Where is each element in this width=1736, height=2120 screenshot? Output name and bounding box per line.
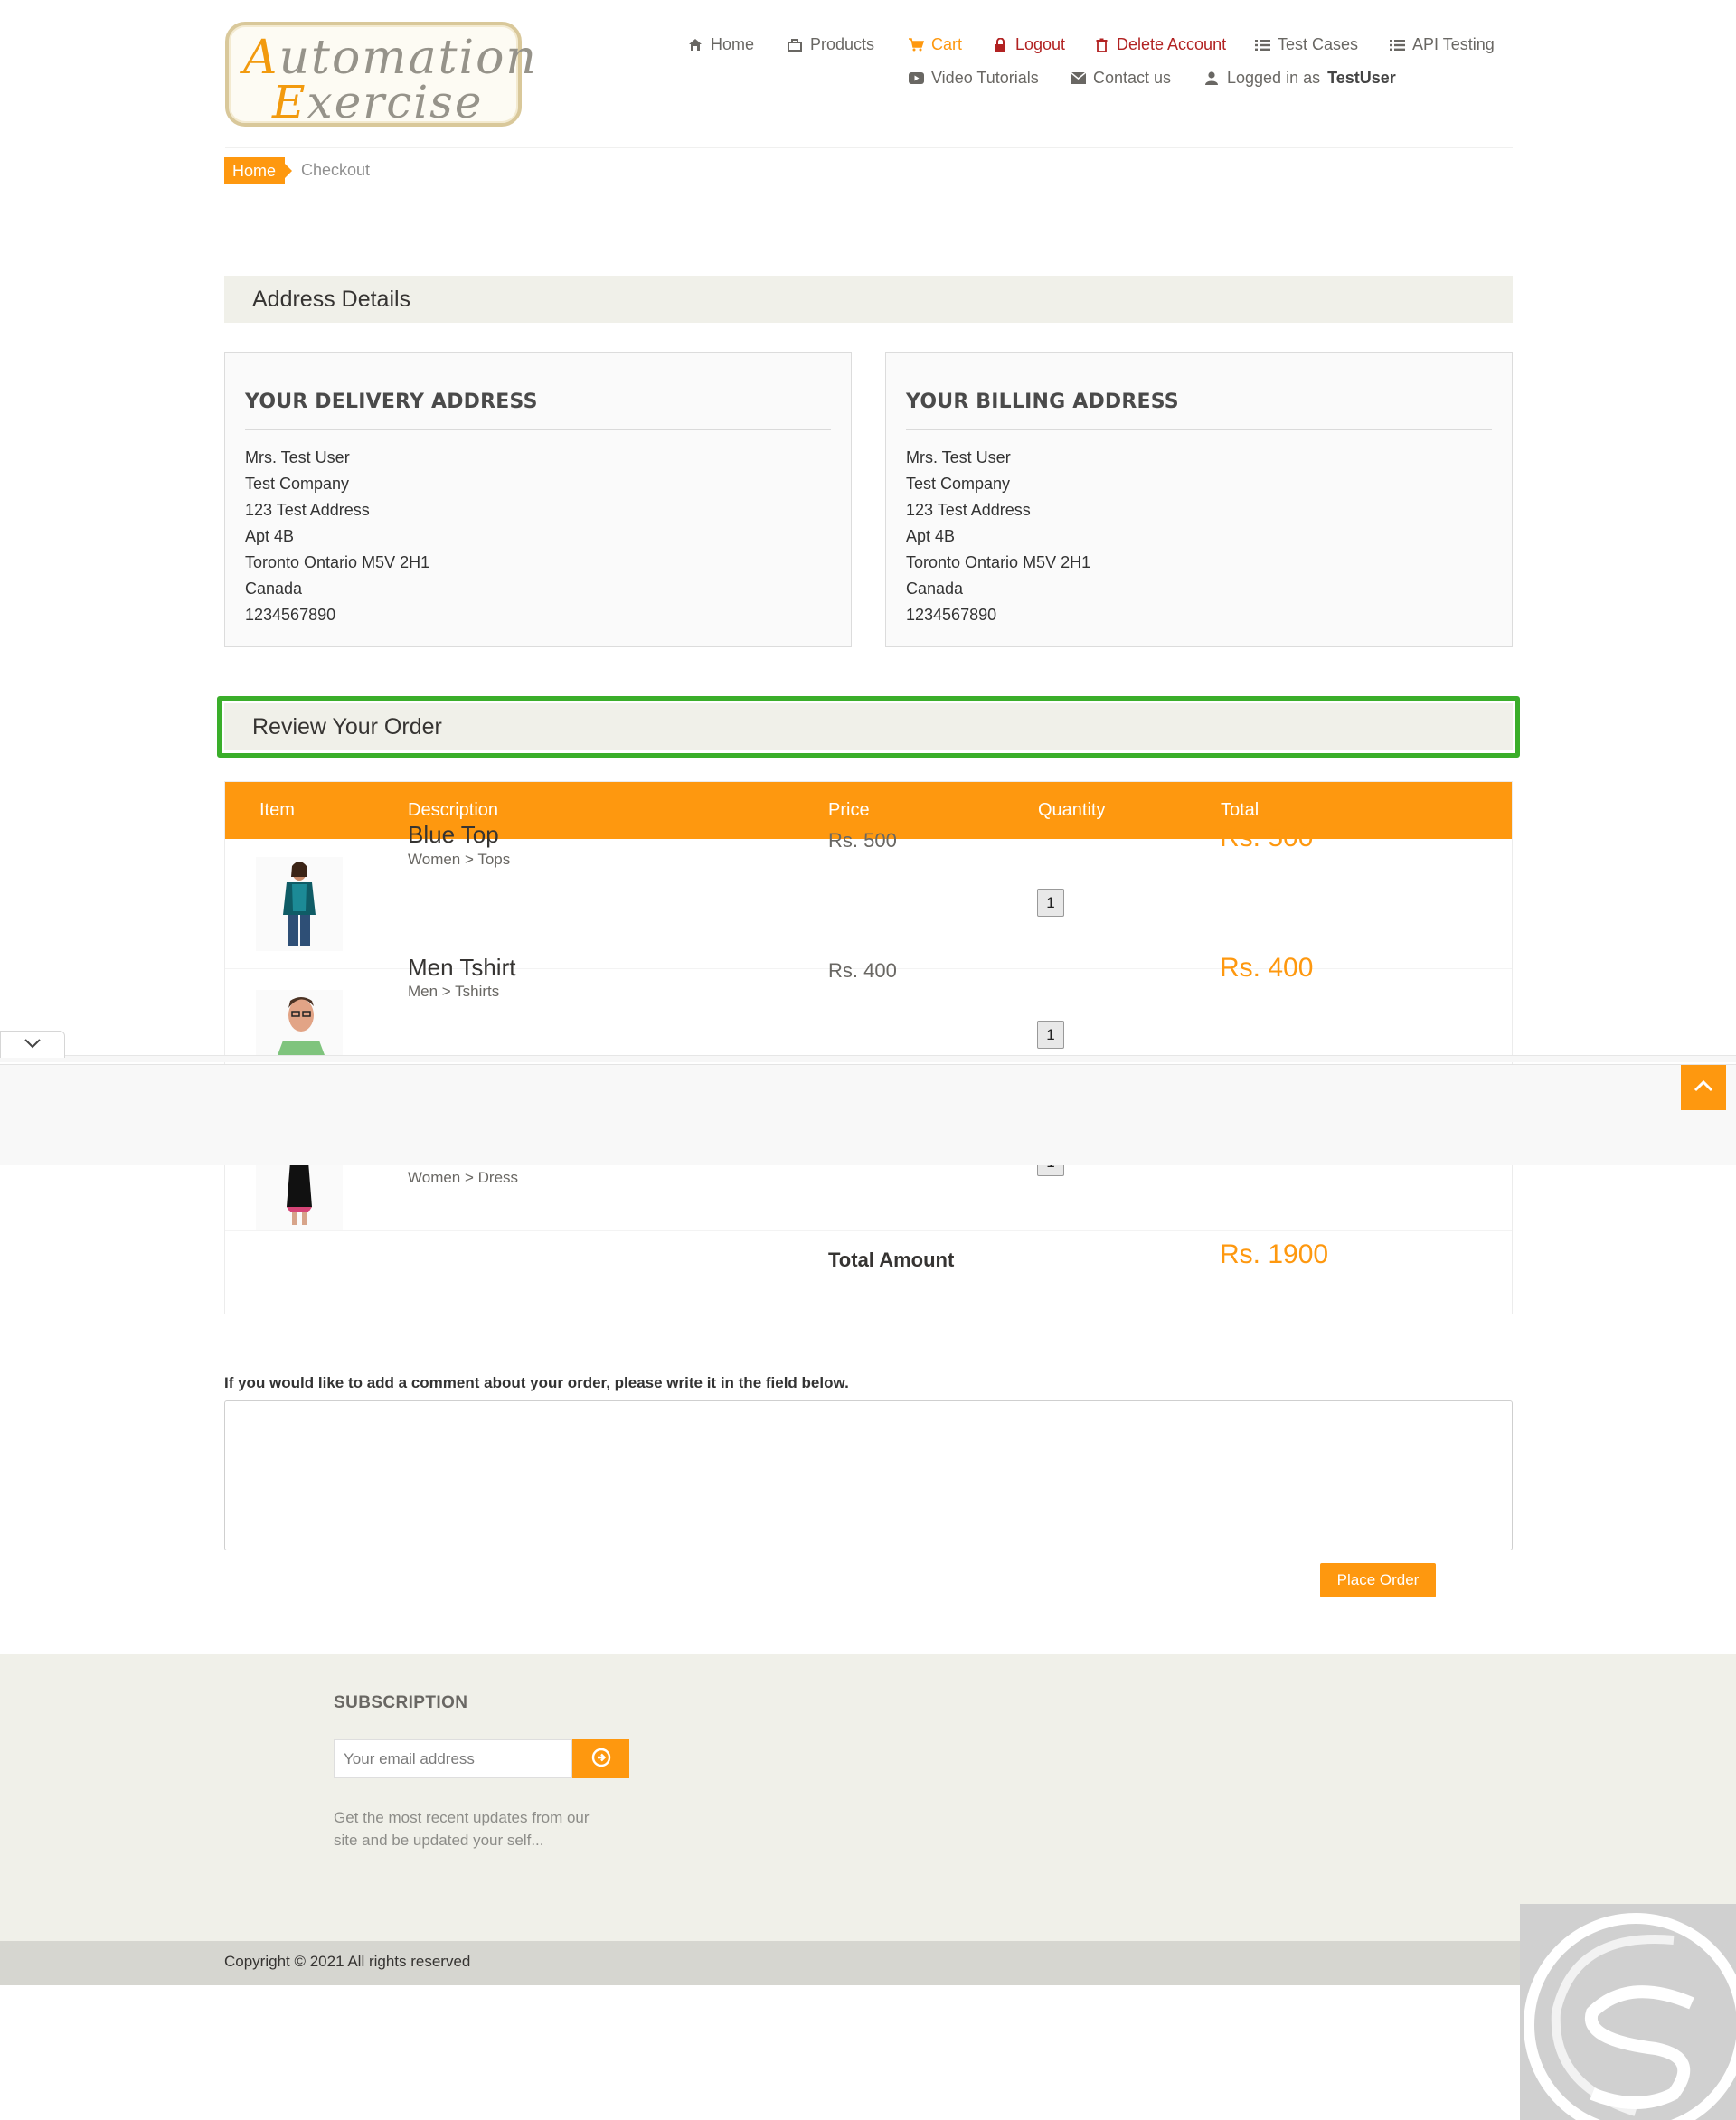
nav-home[interactable]: Home bbox=[687, 35, 754, 54]
product-name[interactable]: Blue Top bbox=[408, 821, 499, 849]
nav-contact-us[interactable]: Contact us bbox=[1070, 69, 1171, 88]
lock-icon bbox=[992, 37, 1008, 53]
delivery-address-line: Test Company bbox=[245, 475, 350, 493]
list-icon bbox=[1389, 37, 1405, 53]
youtube-icon bbox=[908, 71, 924, 87]
cart-icon bbox=[908, 37, 924, 53]
billing-address-line: 1234567890 bbox=[906, 606, 997, 624]
nav-api-testing[interactable]: API Testing bbox=[1389, 35, 1495, 54]
watermark-logo bbox=[1520, 1904, 1736, 2120]
product-total: Rs. 400 bbox=[1220, 953, 1314, 983]
subscription-title: SUBSCRIPTION bbox=[334, 1693, 468, 1712]
product-image-blue-top[interactable] bbox=[256, 857, 343, 951]
arrow-circle-right-icon bbox=[591, 1748, 611, 1770]
delivery-address-box: YOUR DELIVERY ADDRESS Mrs. Test User Tes… bbox=[224, 352, 852, 647]
scroll-up-button[interactable] bbox=[1681, 1065, 1726, 1110]
nav-test-cases[interactable]: Test Cases bbox=[1254, 35, 1358, 54]
ad-collapse-toggle[interactable] bbox=[0, 1031, 65, 1058]
product-price: Rs. 400 bbox=[828, 959, 897, 982]
breadcrumb-current: Checkout bbox=[301, 161, 371, 179]
billing-address-line: 123 Test Address bbox=[906, 501, 1031, 519]
product-category: Women > Dress bbox=[408, 1169, 519, 1186]
breadcrumb-home[interactable]: Home bbox=[224, 157, 293, 184]
nav-logged-in-as[interactable]: Logged in as TestUser bbox=[1203, 69, 1396, 88]
user-icon bbox=[1203, 71, 1220, 87]
billing-address-line: Canada bbox=[906, 579, 964, 598]
total-amount-label: Total Amount bbox=[828, 1248, 955, 1271]
delivery-address-line: Apt 4B bbox=[245, 527, 295, 545]
delivery-address-lines: Mrs. Test User Test Company 123 Test Add… bbox=[245, 445, 831, 628]
column-header-quantity: Quantity bbox=[1038, 800, 1106, 820]
product-image-dress[interactable] bbox=[256, 1162, 343, 1230]
place-order-button[interactable]: Place Order bbox=[1320, 1563, 1436, 1597]
footer bbox=[0, 1654, 1736, 1941]
subscribe-button[interactable] bbox=[572, 1739, 629, 1778]
logo-text-line2: Exercise bbox=[272, 76, 484, 128]
delivery-address-title: YOUR DELIVERY ADDRESS bbox=[245, 391, 831, 430]
briefcase-icon bbox=[787, 37, 803, 53]
trash-icon bbox=[1093, 37, 1109, 53]
order-table: Item Description Price Quantity Total Bl… bbox=[224, 781, 1513, 1314]
billing-address-line: Apt 4B bbox=[906, 527, 956, 545]
billing-address-lines: Mrs. Test User Test Company 123 Test Add… bbox=[906, 445, 1492, 628]
comment-label: If you would like to add a comment about… bbox=[224, 1374, 849, 1391]
delivery-address-line: Mrs. Test User bbox=[245, 448, 350, 466]
envelope-icon bbox=[1070, 71, 1086, 87]
header-divider bbox=[225, 147, 1513, 148]
order-comment-field[interactable] bbox=[224, 1400, 1513, 1550]
chevron-up-icon bbox=[1694, 1079, 1713, 1097]
billing-address-line: Test Company bbox=[906, 475, 1011, 493]
nav-products[interactable]: Products bbox=[787, 35, 874, 54]
billing-address-title: YOUR BILLING ADDRESS bbox=[906, 391, 1492, 430]
product-quantity: 1 bbox=[1037, 889, 1064, 917]
billing-address-line: Mrs. Test User bbox=[906, 448, 1011, 466]
nav-video-tutorials[interactable]: Video Tutorials bbox=[908, 69, 1039, 88]
product-category: Men > Tshirts bbox=[408, 983, 500, 1000]
ad-frame-edge bbox=[0, 1055, 1736, 1062]
row-divider bbox=[225, 1230, 1512, 1231]
focus-highlight bbox=[217, 696, 1520, 758]
list-icon bbox=[1254, 37, 1270, 53]
site-logo[interactable]: Automation Exercise bbox=[225, 22, 536, 128]
billing-address-box: YOUR BILLING ADDRESS Mrs. Test User Test… bbox=[885, 352, 1513, 647]
address-details-heading: Address Details bbox=[224, 276, 1513, 323]
delivery-address-line: 1234567890 bbox=[245, 606, 336, 624]
nav-delete-account[interactable]: Delete Account bbox=[1093, 35, 1226, 54]
delivery-address-line: Canada bbox=[245, 579, 303, 598]
column-header-item: Item bbox=[259, 800, 295, 820]
subscription-email-input[interactable] bbox=[334, 1739, 572, 1778]
nav-cart[interactable]: Cart bbox=[908, 35, 962, 54]
billing-address-line: Toronto Ontario M5V 2H1 bbox=[906, 553, 1091, 571]
product-name[interactable]: Men Tshirt bbox=[408, 954, 515, 982]
product-quantity: 1 bbox=[1037, 1021, 1064, 1049]
subscription-note: Get the most recent updates from our sit… bbox=[334, 1809, 590, 1849]
product-total: Rs. 500 bbox=[1220, 823, 1314, 853]
product-image-men-tshirt[interactable] bbox=[256, 990, 343, 1055]
logged-in-username: TestUser bbox=[1327, 69, 1396, 87]
copyright-text: Copyright © 2021 All rights reserved bbox=[224, 1953, 471, 1970]
total-amount-value: Rs. 1900 bbox=[1220, 1239, 1329, 1269]
product-category: Women > Tops bbox=[408, 851, 511, 868]
delivery-address-line: 123 Test Address bbox=[245, 501, 370, 519]
home-icon bbox=[687, 37, 703, 53]
ad-overlay-band bbox=[0, 1064, 1736, 1165]
product-price: Rs. 500 bbox=[828, 829, 897, 852]
nav-logout[interactable]: Logout bbox=[992, 35, 1065, 54]
delivery-address-line: Toronto Ontario M5V 2H1 bbox=[245, 553, 430, 571]
chevron-down-icon bbox=[24, 1037, 41, 1053]
